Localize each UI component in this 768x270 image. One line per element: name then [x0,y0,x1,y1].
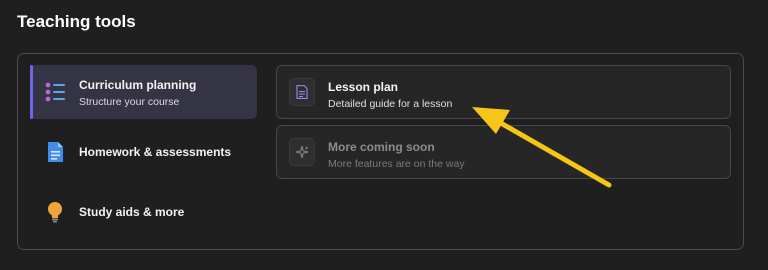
document-icon [44,141,66,163]
active-indicator [30,65,33,119]
sparkle-icon [289,138,315,166]
card-subtitle: More features are on the way [328,158,465,170]
lesson-plan-card[interactable]: Lesson plan Detailed guide for a lesson [276,65,731,119]
card-title: Lesson plan [328,80,399,94]
nav-item-study-aids[interactable]: Study aids & more [30,185,257,239]
nav-item-homework-assessments[interactable]: Homework & assessments [30,125,257,179]
lightbulb-icon [44,201,66,223]
teaching-tools-panel: Curriculum planning Structure your cours… [17,53,744,250]
page-title: Teaching tools [17,12,136,31]
nav-item-label: Homework & assessments [79,145,232,159]
page-icon [289,78,315,106]
card-title: More coming soon [328,140,435,154]
nav-item-curriculum-planning[interactable]: Curriculum planning Structure your cours… [30,65,257,119]
nav-item-sublabel: Structure your course [79,96,180,108]
card-subtitle: Detailed guide for a lesson [328,98,453,110]
nav-item-label: Study aids & more [79,205,185,219]
more-coming-soon-card: More coming soon More features are on th… [276,125,731,179]
nav-item-label: Curriculum planning [79,78,197,92]
list-icon [44,81,66,103]
